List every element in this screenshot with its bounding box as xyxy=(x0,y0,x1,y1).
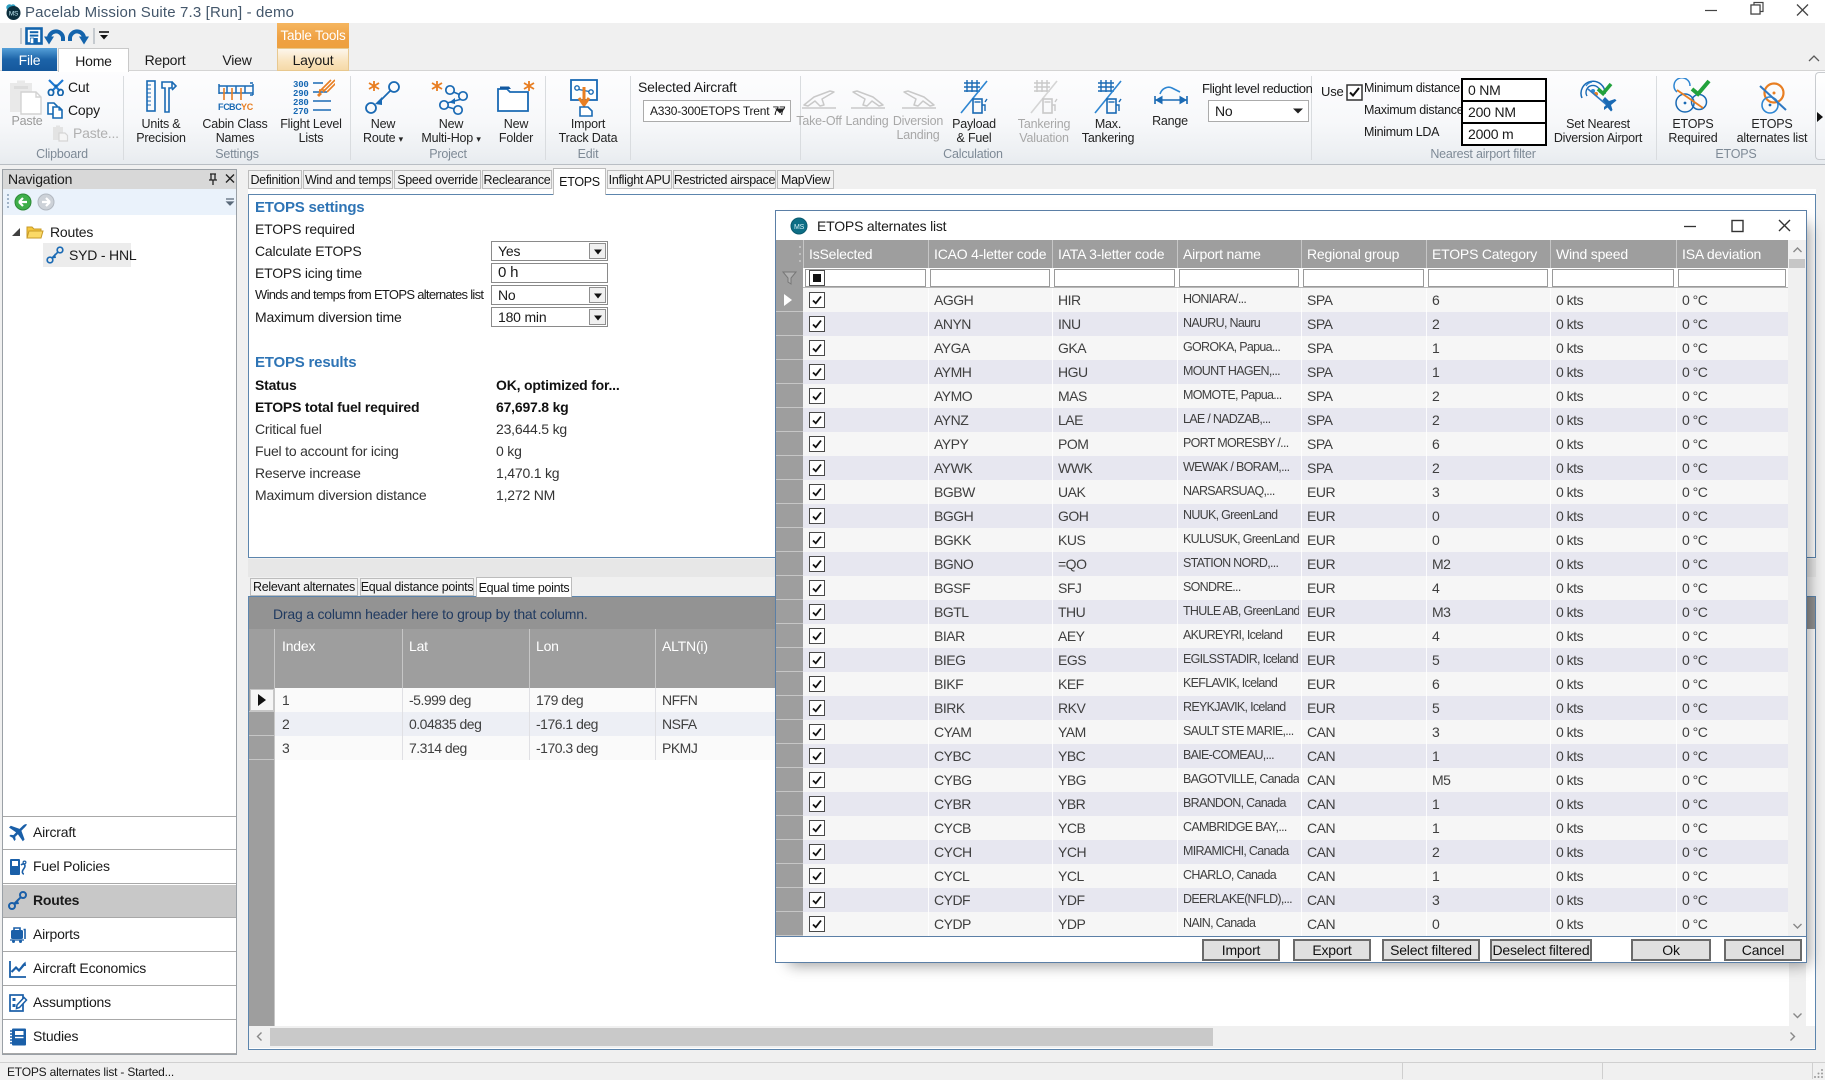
svg-text:270: 270 xyxy=(293,107,309,114)
svg-text:MS: MS xyxy=(794,224,805,231)
svg-text:YC: YC xyxy=(241,102,254,112)
svg-text:MS: MS xyxy=(9,11,19,18)
